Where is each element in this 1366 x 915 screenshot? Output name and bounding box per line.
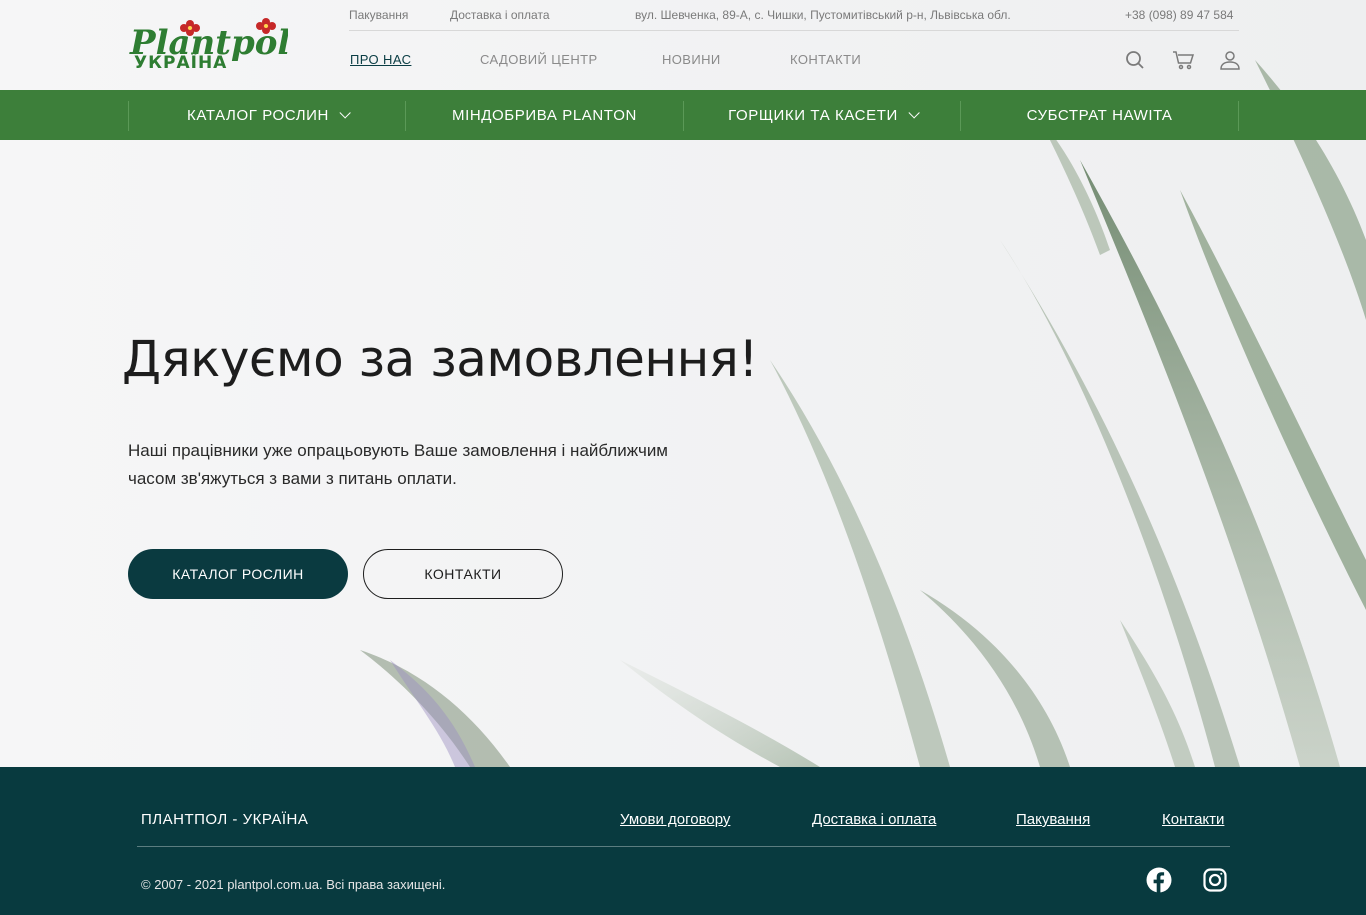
topbar-link-packaging[interactable]: Пакування	[349, 8, 408, 22]
catbar-divider	[1238, 101, 1239, 131]
logo-subtitle: УКРАЇНА	[134, 51, 227, 72]
topbar-address: вул. Шевченка, 89-А, с. Чишки, Пустомиті…	[635, 8, 1011, 22]
catbar-item-substrate[interactable]: СУБСТРАТ HAWITA	[961, 90, 1238, 140]
nav-item-garden-center[interactable]: САДОВИЙ ЦЕНТР	[480, 52, 598, 67]
instagram-icon[interactable]	[1202, 867, 1228, 893]
contacts-button[interactable]: КОНТАКТИ	[363, 549, 563, 599]
cart-icon[interactable]	[1172, 48, 1196, 72]
footer-link-contacts[interactable]: Контакти	[1162, 811, 1224, 828]
catbar-item-pots[interactable]: ГОРЩИКИ ТА КАСЕТИ	[684, 90, 960, 140]
footer-brand: ПЛАНТПОЛ - УКРАЇНА	[141, 811, 309, 828]
catbar-label-fertilizers: МІНДОБРИВА PLANTON	[451, 106, 637, 124]
topbar-link-delivery[interactable]: Доставка і оплата	[450, 8, 550, 22]
chevron-down-icon	[339, 107, 351, 119]
catbar-label-substrate: СУБСТРАТ HAWITA	[1026, 106, 1173, 124]
site-header: Plantpol УКРАЇНА Пакування Доставка і оп…	[0, 0, 1366, 90]
page-title: Дякуємо за замовлення!	[122, 330, 758, 388]
site-footer: ПЛАНТПОЛ - УКРАЇНА Умови договору Достав…	[0, 767, 1366, 915]
nav-item-news[interactable]: НОВИНИ	[662, 52, 721, 67]
nav-item-about[interactable]: ПРО НАС	[350, 52, 411, 67]
catbar-label-pots: ГОРЩИКИ ТА КАСЕТИ	[728, 106, 898, 124]
footer-divider	[137, 846, 1230, 847]
facebook-icon[interactable]	[1146, 867, 1172, 893]
catbar-item-fertilizers[interactable]: МІНДОБРИВА PLANTON	[406, 90, 683, 140]
chevron-down-icon	[908, 107, 920, 119]
footer-link-terms[interactable]: Умови договору	[620, 811, 730, 828]
copyright-text: © 2007 - 2021 plantpol.com.ua. Всі права…	[141, 877, 446, 892]
topbar-phone[interactable]: +38 (098) 89 47 584	[1125, 8, 1233, 22]
top-info-bar: Пакування Доставка і оплата вул. Шевченк…	[349, 0, 1239, 31]
plantpol-logo[interactable]: Plantpol УКРАЇНА	[128, 16, 290, 73]
catbar-label-plants: КАТАЛОГ РОСЛИН	[187, 106, 329, 124]
catalog-nav-bar: КАТАЛОГ РОСЛИН МІНДОБРИВА PLANTON ГОРЩИК…	[0, 90, 1366, 140]
user-icon[interactable]	[1218, 48, 1242, 72]
logo-image: Plantpol УКРАЇНА	[129, 18, 290, 73]
footer-link-packaging[interactable]: Пакування	[1016, 811, 1090, 828]
thank-you-section: Дякуємо за замовлення! Наші працівники у…	[0, 140, 1366, 767]
catalog-button[interactable]: КАТАЛОГ РОСЛИН	[128, 549, 348, 599]
search-icon[interactable]	[1123, 48, 1147, 72]
footer-link-delivery[interactable]: Доставка і оплата	[812, 811, 936, 828]
thank-you-message: Наші працівники уже опрацьовують Ваше за…	[128, 441, 668, 488]
nav-item-contacts[interactable]: КОНТАКТИ	[790, 52, 861, 67]
catbar-item-plants[interactable]: КАТАЛОГ РОСЛИН	[129, 90, 405, 140]
